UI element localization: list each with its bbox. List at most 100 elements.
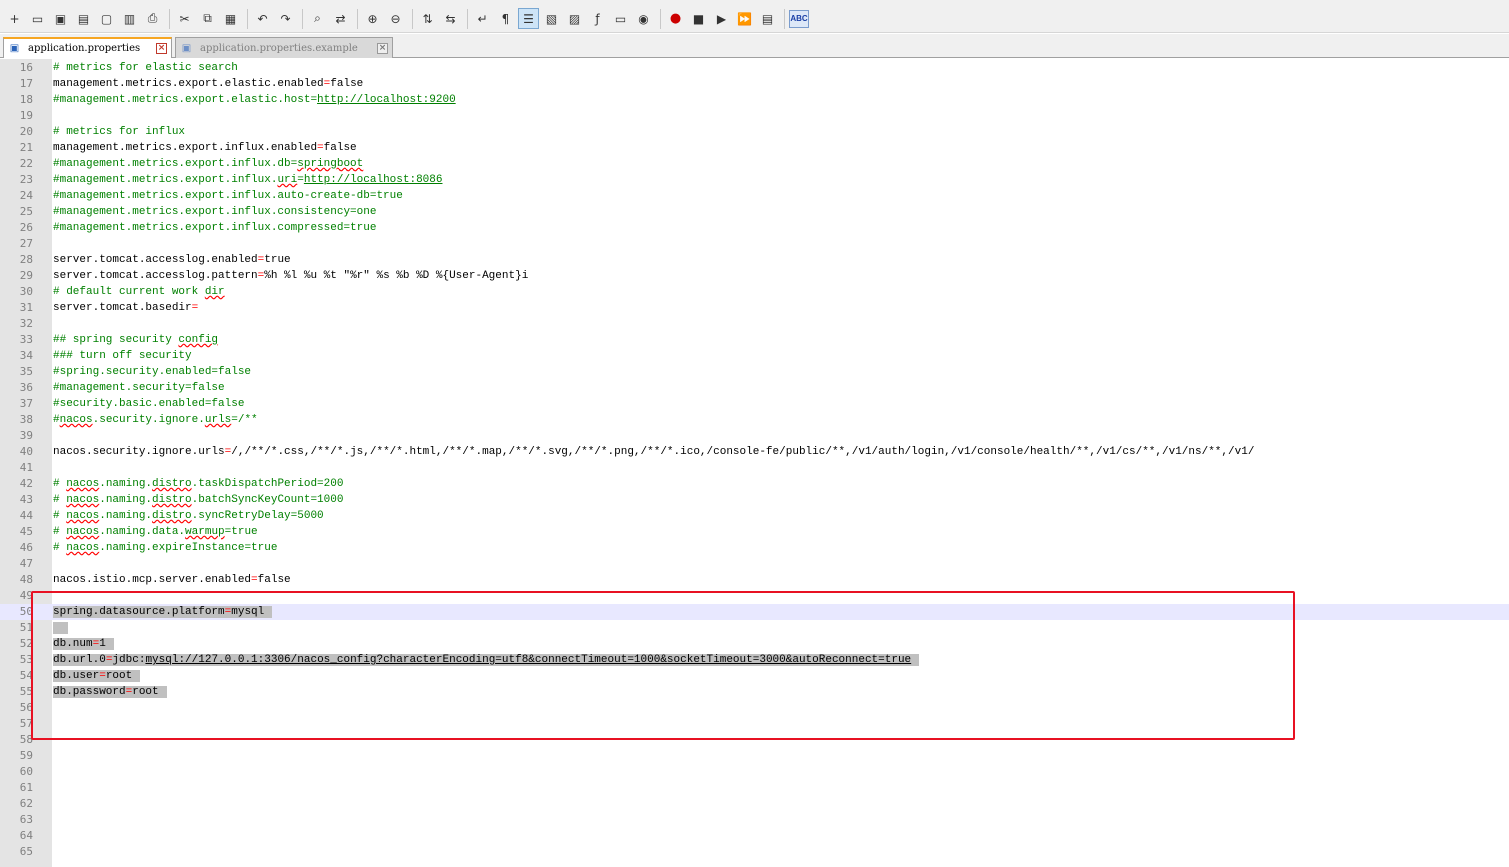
line-text: nacos.security.ignore.urls=/,/**/*.css,/…	[53, 445, 1254, 460]
line-number: 63	[19, 813, 33, 826]
toolbar-separator	[247, 8, 248, 29]
code-line[interactable]: 28 server.tomcat.accesslog.enabled=true	[0, 252, 1509, 268]
tab-application-properties[interactable]: ▣ application.properties ×	[3, 37, 172, 58]
close-tab-icon[interactable]: ×	[156, 43, 167, 54]
code-line[interactable]: 32	[0, 316, 1509, 332]
code-line[interactable]: 42 # nacos.naming.distro.taskDispatchPeri…	[0, 476, 1509, 492]
code-line[interactable]: 55 db.password=root	[0, 684, 1509, 700]
sync-horizontal-icon[interactable]: ⇆	[440, 8, 461, 29]
code-token: #management.metrics.export.influx.consis…	[53, 206, 377, 218]
code-line[interactable]: 17 management.metrics.export.elastic.enab…	[0, 76, 1509, 92]
line-text: db.url.0=jdbc:mysql://127.0.0.1:3306/nac…	[53, 653, 920, 668]
code-line[interactable]: 43 # nacos.naming.distro.batchSyncKeyCoun…	[0, 492, 1509, 508]
code-line[interactable]: 58	[0, 732, 1509, 748]
code-line[interactable]: 19	[0, 108, 1509, 124]
close-all-icon[interactable]: ▥	[119, 8, 140, 29]
find-icon[interactable]: ⌕	[307, 8, 328, 29]
text-selection	[53, 622, 68, 634]
code-line[interactable]: 36 #management.security=false	[0, 380, 1509, 396]
code-token: .naming.	[99, 494, 153, 506]
monitoring-icon[interactable]: ◉	[633, 8, 654, 29]
code-line[interactable]: 52 db.num=1	[0, 636, 1509, 652]
tab-application-properties-example[interactable]: ▣ application.properties.example ×	[175, 37, 393, 58]
close-tab-icon[interactable]: ×	[377, 42, 388, 54]
word-wrap-icon[interactable]: ↵	[472, 8, 493, 29]
code-line[interactable]: 44 # nacos.naming.distro.syncRetryDelay=5…	[0, 508, 1509, 524]
code-line[interactable]: 60	[0, 764, 1509, 780]
code-line[interactable]: 57	[0, 716, 1509, 732]
code-line[interactable]: 53 db.url.0=jdbc:mysql://127.0.0.1:3306/n…	[0, 652, 1509, 668]
code-line[interactable]: 24 #management.metrics.export.influx.auto…	[0, 188, 1509, 204]
code-line[interactable]: 46 # nacos.naming.expireInstance=true	[0, 540, 1509, 556]
print-icon[interactable]: ⎙	[142, 8, 163, 29]
code-line[interactable]: 61	[0, 780, 1509, 796]
code-line[interactable]: 35 #spring.security.enabled=false	[0, 364, 1509, 380]
code-line[interactable]: 54 db.user=root	[0, 668, 1509, 684]
code-line[interactable]: 56	[0, 700, 1509, 716]
code-line[interactable]: 65	[0, 844, 1509, 860]
line-number: 26	[19, 221, 33, 234]
code-token: springboot	[297, 158, 364, 170]
code-line[interactable]: 37 #security.basic.enabled=false	[0, 396, 1509, 412]
show-all-chars-icon[interactable]: ¶	[495, 8, 516, 29]
undo-icon[interactable]: ↶	[252, 8, 273, 29]
code-line[interactable]: 33 ## spring security config	[0, 332, 1509, 348]
code-token: .naming.	[99, 510, 153, 522]
open-file-icon[interactable]: ▭	[27, 8, 48, 29]
record-macro-icon[interactable]: ●	[665, 8, 686, 29]
document-map-icon[interactable]: ▨	[564, 8, 585, 29]
code-line[interactable]: 51	[0, 620, 1509, 636]
code-line[interactable]: 50 spring.datasource.platform=mysql	[0, 604, 1509, 620]
code-line[interactable]: 22 #management.metrics.export.influx.db=s…	[0, 156, 1509, 172]
zoom-in-icon[interactable]: ⊕	[362, 8, 383, 29]
code-line[interactable]: 21 management.metrics.export.influx.enabl…	[0, 140, 1509, 156]
cut-icon[interactable]: ✂	[174, 8, 195, 29]
redo-icon[interactable]: ↷	[275, 8, 296, 29]
indent-guide-icon[interactable]: ☰	[518, 8, 539, 29]
copy-icon[interactable]: ⧉	[197, 8, 218, 29]
code-line[interactable]: 41	[0, 460, 1509, 476]
sync-vertical-icon[interactable]: ⇅	[417, 8, 438, 29]
line-text: # default current work dir	[53, 285, 225, 300]
save-all-icon[interactable]: ▤	[73, 8, 94, 29]
folder-as-workspace-icon[interactable]: ▭	[610, 8, 631, 29]
close-icon[interactable]: ▢	[96, 8, 117, 29]
spell-check-icon[interactable]: ABC	[789, 9, 809, 28]
code-line[interactable]: 48 nacos.istio.mcp.server.enabled=false	[0, 572, 1509, 588]
code-line[interactable]: 18 #management.metrics.export.elastic.hos…	[0, 92, 1509, 108]
user-defined-language-icon[interactable]: ▧	[541, 8, 562, 29]
code-line[interactable]: 26 #management.metrics.export.influx.comp…	[0, 220, 1509, 236]
code-line[interactable]: 40 nacos.security.ignore.urls=/,/**/*.css…	[0, 444, 1509, 460]
zoom-out-icon[interactable]: ⊖	[385, 8, 406, 29]
code-line[interactable]: 20 # metrics for influx	[0, 124, 1509, 140]
save-macro-icon[interactable]: ▤	[757, 8, 778, 29]
code-line[interactable]: 64	[0, 828, 1509, 844]
code-line[interactable]: 39	[0, 428, 1509, 444]
code-line[interactable]: 59	[0, 748, 1509, 764]
code-line[interactable]: 63	[0, 812, 1509, 828]
save-icon[interactable]: ▣	[50, 8, 71, 29]
code-line[interactable]: 31 server.tomcat.basedir=	[0, 300, 1509, 316]
code-line[interactable]: 30 # default current work dir	[0, 284, 1509, 300]
code-line[interactable]: 45 # nacos.naming.data.warmup=true	[0, 524, 1509, 540]
run-macro-multiple-icon[interactable]: ⏩	[734, 8, 755, 29]
replace-icon[interactable]: ⇄	[330, 8, 351, 29]
paste-icon[interactable]: ▦	[220, 8, 241, 29]
code-line[interactable]: 38 #nacos.security.ignore.urls=/**	[0, 412, 1509, 428]
line-text: # metrics for elastic search	[53, 61, 238, 76]
code-line[interactable]: 49	[0, 588, 1509, 604]
code-line[interactable]: 16 # metrics for elastic search	[0, 60, 1509, 76]
text-editor[interactable]: 16 # metrics for elastic search 17 manageme…	[0, 59, 1509, 867]
code-line[interactable]: 47	[0, 556, 1509, 572]
new-file-icon[interactable]: +	[4, 8, 25, 29]
function-list-icon[interactable]: ƒ	[587, 8, 608, 29]
play-macro-icon[interactable]: ▶	[711, 8, 732, 29]
code-line[interactable]: 29 server.tomcat.accesslog.pattern=%h %l …	[0, 268, 1509, 284]
code-token: =/**	[231, 414, 258, 426]
code-line[interactable]: 62	[0, 796, 1509, 812]
code-line[interactable]: 25 #management.metrics.export.influx.cons…	[0, 204, 1509, 220]
code-line[interactable]: 27	[0, 236, 1509, 252]
code-line[interactable]: 34 ### turn off security	[0, 348, 1509, 364]
stop-recording-icon[interactable]: ■	[688, 8, 709, 29]
code-line[interactable]: 23 #management.metrics.export.influx.uri=…	[0, 172, 1509, 188]
